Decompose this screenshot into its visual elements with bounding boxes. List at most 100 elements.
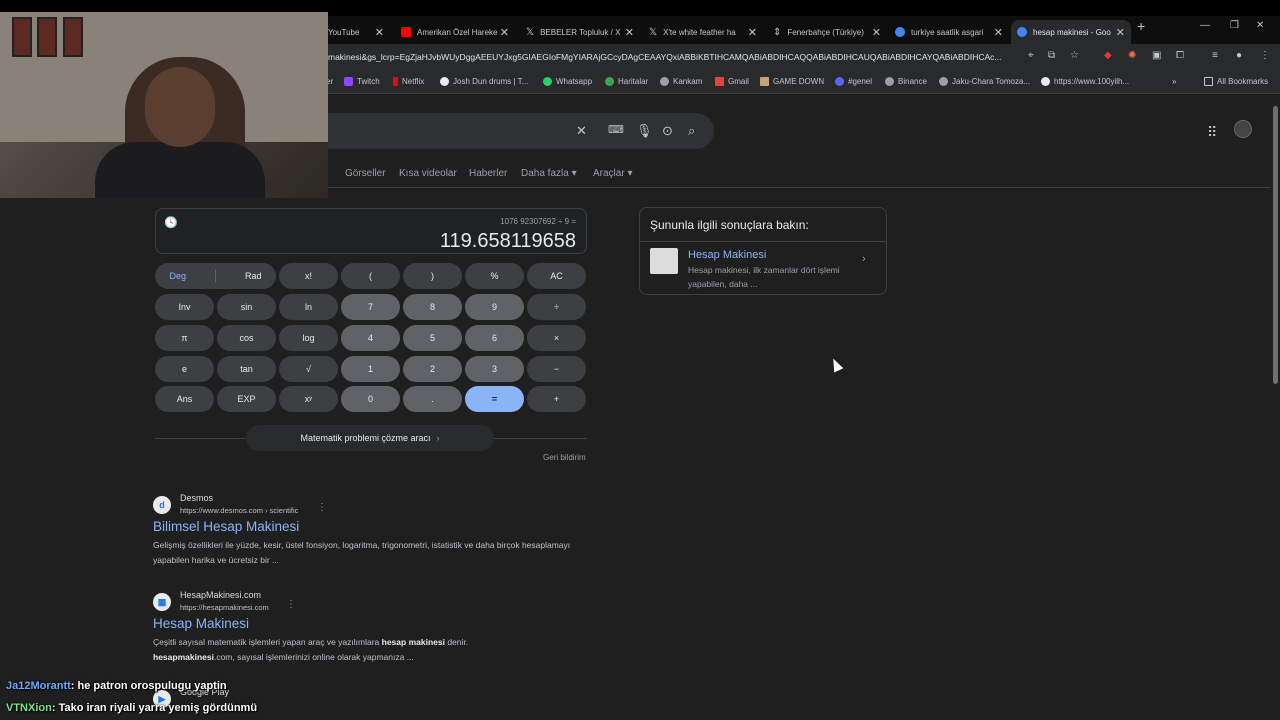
profile-icon[interactable]: ● [1236,50,1242,61]
result-url[interactable]: https://hesapmakinesi.com [180,603,269,612]
cos-key[interactable]: cos [217,325,276,351]
history-icon[interactable]: 🕓 [164,216,178,229]
tab-white-feather[interactable]: 𝕏 X'te white feather ha ✕ [643,20,763,44]
close-icon[interactable]: ✕ [375,26,384,39]
tab-kisa-videolar[interactable]: Kısa videolar [399,168,457,179]
decimal-key[interactable]: . [403,386,462,412]
tab-hesap-makinesi[interactable]: hesap makinesi - Goo ✕ [1011,20,1131,44]
chevron-right-icon[interactable]: › [862,253,866,265]
ans-key[interactable]: Ans [155,386,214,412]
e-key[interactable]: e [155,356,214,382]
extension-icon[interactable]: ✺ [1128,50,1136,61]
tab-amerikan[interactable]: Amerikan Özel Hareke ✕ [395,20,515,44]
apps-grid-icon[interactable]: ⠿ [1207,124,1217,141]
digit-4-key[interactable]: 4 [341,325,400,351]
feedback-link[interactable]: Geri bildirim [543,453,586,462]
inv-key[interactable]: Inv [155,294,214,320]
tab-gorseller[interactable]: Görseller [345,168,386,179]
tab-asgari[interactable]: turkiye saatlik asgari ✕ [889,20,1009,44]
bookmark-genel[interactable]: #genel [835,77,872,86]
exp-key[interactable]: EXP [217,386,276,412]
more-options-icon[interactable]: ⋮ [286,599,296,610]
bookmark-whatsapp[interactable]: Whatsapp [543,77,592,86]
extension-icon[interactable]: ▣ [1152,50,1161,61]
bookmark-binance[interactable]: Binance [885,77,927,86]
menu-icon[interactable]: ⋮ [1260,50,1270,61]
result-url[interactable]: https://www.desmos.com › scientific [180,506,298,515]
bookmark-kankam[interactable]: Kankam [660,77,702,86]
keyboard-icon[interactable]: ⌨ [608,123,624,136]
plus-key[interactable]: + [527,386,586,412]
digit-6-key[interactable]: 6 [465,325,524,351]
close-icon[interactable]: ✕ [748,26,757,39]
puzzle-icon[interactable]: ⧠ [1176,50,1184,61]
clear-key[interactable]: AC [527,263,586,289]
location-icon[interactable]: ⌖ [1028,50,1034,61]
more-options-icon[interactable]: ⋮ [317,502,327,513]
digit-3-key[interactable]: 3 [465,356,524,382]
log-key[interactable]: log [279,325,338,351]
extension-icon[interactable]: ◆ [1104,50,1112,61]
lens-icon[interactable]: ⊙ [662,123,673,139]
minimize-icon[interactable]: — [1200,20,1210,31]
digit-2-key[interactable]: 2 [403,356,462,382]
lparen-key[interactable]: ( [341,263,400,289]
tab-bebeler[interactable]: 𝕏 BEBELER Topluluk / X ✕ [520,20,640,44]
more-bookmarks-icon[interactable]: » [1172,77,1176,86]
ln-key[interactable]: ln [279,294,338,320]
translate-icon[interactable]: ⧉ [1048,50,1055,61]
percent-key[interactable]: % [465,263,524,289]
sqrt-key[interactable]: √ [279,356,338,382]
maximize-icon[interactable]: ❐ [1230,20,1239,31]
deg-rad-toggle[interactable]: Deg Rad [155,263,276,289]
rparen-key[interactable]: ) [403,263,462,289]
mic-icon[interactable]: 🎙 [636,123,653,139]
bookmark-twitch[interactable]: Twitch [344,77,380,86]
bookmark-100yil[interactable]: https://www.100yilh... [1041,77,1129,86]
minus-key[interactable]: − [527,356,586,382]
scrollbar-thumb[interactable] [1273,106,1278,384]
bookmark-gmail[interactable]: Gmail [715,77,749,86]
deg-button[interactable]: Deg [169,271,186,281]
bookmark-josh-dun[interactable]: Josh Dun drums | T... [440,77,528,86]
pi-key[interactable]: π [155,325,214,351]
tan-key[interactable]: tan [217,356,276,382]
factorial-key[interactable]: x! [279,263,338,289]
calculator-thumbnail[interactable] [650,248,678,274]
clear-icon[interactable]: ✕ [576,123,587,139]
tab-araclar[interactable]: Araçlar ▾ [593,168,632,179]
bookmark-jaku[interactable]: Jaku-Chara Tomoza... [939,77,1030,86]
star-icon[interactable]: ☆ [1070,50,1079,61]
related-title[interactable]: Hesap Makinesi [688,249,766,261]
bookmark-netflix[interactable]: Netflix [393,77,424,86]
sin-key[interactable]: sin [217,294,276,320]
bookmark-game-down[interactable]: GAME DOWN [760,77,824,86]
close-icon[interactable]: ✕ [500,26,509,39]
window-close-icon[interactable]: ✕ [1256,20,1264,31]
new-tab-button[interactable]: + [1137,18,1145,34]
url-text[interactable]: makinesi&gs_lcrp=EgZjaHJvbWUyDggAEEUYJxg… [328,52,1018,62]
close-icon[interactable]: ✕ [1116,26,1125,39]
digit-7-key[interactable]: 7 [341,294,400,320]
digit-9-key[interactable]: 9 [465,294,524,320]
digit-5-key[interactable]: 5 [403,325,462,351]
tab-daha-fazla[interactable]: Daha fazla ▾ [521,168,577,179]
media-icon[interactable]: ≡ [1212,50,1218,61]
all-bookmarks[interactable]: All Bookmarks [1204,77,1268,86]
tab-youtube[interactable]: YouTube ✕ [322,20,390,44]
close-icon[interactable]: ✕ [872,26,881,39]
digit-8-key[interactable]: 8 [403,294,462,320]
math-solver-button[interactable]: Matematik problemi çözme aracı › [246,425,494,451]
avatar[interactable] [1234,120,1252,138]
bookmark-haritalar[interactable]: Haritalar [605,77,648,86]
tab-fenerbahce[interactable]: ⇕ Fenerbahçe (Türkiye) ✕ [767,20,887,44]
power-key[interactable]: xʸ [279,386,338,412]
rad-button[interactable]: Rad [245,271,262,281]
scrollbar[interactable] [1271,94,1280,720]
search-icon[interactable]: ⌕ [688,123,695,139]
result-title[interactable]: Bilimsel Hesap Makinesi [153,519,299,534]
close-icon[interactable]: ✕ [625,26,634,39]
close-icon[interactable]: ✕ [994,26,1003,39]
multiply-key[interactable]: × [527,325,586,351]
equals-key[interactable]: = [465,386,524,412]
